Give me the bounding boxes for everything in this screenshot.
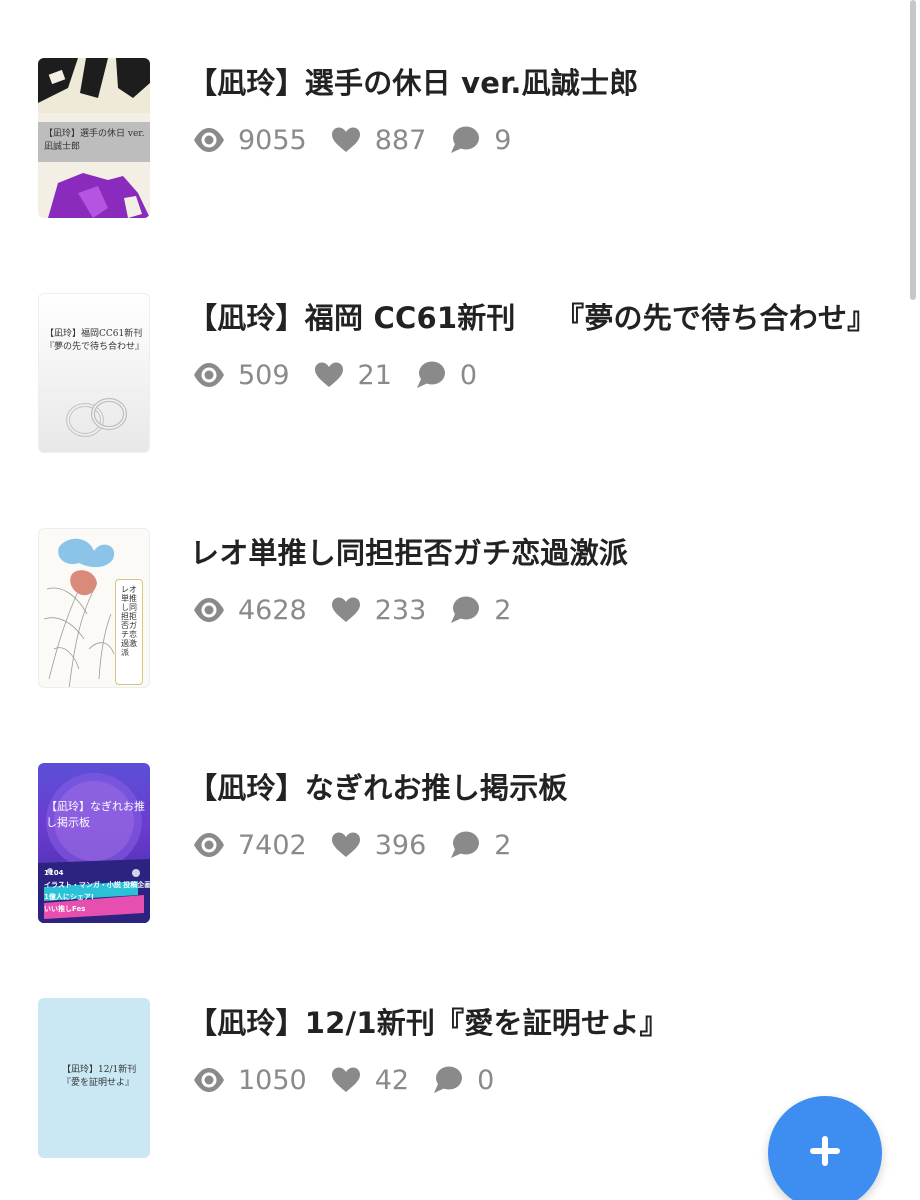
likes-stat: 396 — [329, 829, 427, 861]
comment-bubble-icon — [431, 1065, 465, 1095]
comments-count: 2 — [494, 594, 512, 626]
work-title[interactable]: 【凪玲】12/1新刊『愛を証明せよ』 — [188, 1000, 669, 1042]
work-item[interactable]: 【凪玲】福岡CC61新刊 『夢の先で待ち合わせ』 【凪玲】福岡 CC61新刊 『… — [38, 293, 898, 453]
eye-icon — [192, 125, 226, 155]
views-stat: 7402 — [192, 830, 307, 861]
work-stats: 7402 396 2 — [192, 825, 533, 865]
heart-icon — [329, 125, 363, 155]
scrollbar[interactable] — [910, 0, 916, 300]
comments-stat: 9 — [448, 125, 511, 156]
eye-icon — [192, 360, 226, 390]
comments-stat: 0 — [431, 1065, 494, 1096]
work-title[interactable]: 【凪玲】福岡 CC61新刊 『夢の先で待ち合わせ』 — [188, 295, 876, 337]
work-cover[interactable]: レオ単推し同担拒否ガチ恋過激派 — [38, 528, 150, 688]
views-count: 4628 — [238, 594, 307, 626]
work-stats: 1050 42 0 — [192, 1060, 516, 1100]
work-cover[interactable]: 【凪玲】福岡CC61新刊 『夢の先で待ち合わせ』 — [38, 293, 150, 453]
comments-stat: 2 — [448, 595, 511, 626]
create-post-button[interactable] — [768, 1096, 882, 1200]
work-item[interactable]: 【凪玲】12/1新刊 『愛を証明せよ』 【凪玲】12/1新刊『愛を証明せよ』 1… — [38, 998, 898, 1158]
work-title[interactable]: 【凪玲】なぎれお推し掲示板 — [188, 765, 568, 807]
works-list-page: 【凪玲】選手の休日 ver. 凪誠士郎 【凪玲】選手の休日 ver.凪誠士郎 9… — [0, 0, 920, 1200]
heart-icon — [312, 360, 346, 390]
eye-icon — [192, 830, 226, 860]
views-stat: 9055 — [192, 125, 307, 156]
plus-icon — [808, 1134, 842, 1172]
heart-icon — [329, 595, 363, 625]
heart-icon — [329, 830, 363, 860]
views-count: 7402 — [238, 829, 307, 861]
work-item[interactable]: 【凪玲】選手の休日 ver. 凪誠士郎 【凪玲】選手の休日 ver.凪誠士郎 9… — [38, 58, 898, 218]
views-stat: 4628 — [192, 595, 307, 626]
comment-bubble-icon — [448, 830, 482, 860]
comments-count: 9 — [494, 124, 512, 156]
comment-bubble-icon — [448, 595, 482, 625]
comments-stat: 2 — [448, 830, 511, 861]
comment-bubble-icon — [448, 125, 482, 155]
likes-stat: 233 — [329, 594, 427, 626]
views-stat: 1050 — [192, 1065, 307, 1096]
likes-stat: 42 — [329, 1065, 409, 1096]
likes-count: 396 — [374, 829, 427, 861]
comments-count: 0 — [459, 359, 478, 391]
work-item[interactable]: 【凪玲】なぎれお推 し掲示板 1104 イラスト・マンガ・小説 投稿企画 1億人… — [38, 763, 898, 923]
likes-stat: 21 — [312, 360, 392, 391]
work-item[interactable]: レオ単推し同担拒否ガチ恋過激派 レオ単推し同担拒否ガチ恋過激派 4628 233 — [38, 528, 898, 688]
likes-count: 233 — [374, 594, 427, 626]
cover-title-text: 【凪玲】なぎれお推 し掲示板 — [46, 800, 145, 829]
likes-count: 21 — [357, 359, 392, 391]
views-count: 509 — [238, 359, 290, 391]
likes-count: 887 — [374, 124, 427, 156]
heart-icon — [329, 1065, 363, 1095]
comment-bubble-icon — [414, 360, 448, 390]
eye-icon — [192, 1065, 226, 1095]
comments-count: 0 — [477, 1064, 495, 1096]
comments-stat: 0 — [414, 360, 477, 391]
work-stats: 4628 233 2 — [192, 590, 533, 630]
cover-art — [66, 398, 127, 437]
views-stat: 509 — [192, 360, 290, 391]
eye-icon — [192, 595, 226, 625]
work-cover[interactable]: 【凪玲】なぎれお推 し掲示板 1104 イラスト・マンガ・小説 投稿企画 1億人… — [38, 763, 150, 923]
work-title[interactable]: レオ単推し同担拒否ガチ恋過激派 — [190, 530, 628, 572]
work-title[interactable]: 【凪玲】選手の休日 ver.凪誠士郎 — [188, 60, 638, 102]
cover-title-text: レオ単推し同担拒否ガチ恋過激派 — [121, 585, 137, 657]
likes-count: 42 — [374, 1064, 410, 1096]
work-cover[interactable]: 【凪玲】選手の休日 ver. 凪誠士郎 — [38, 58, 150, 218]
cover-title-text: 【凪玲】選手の休日 ver. 凪誠士郎 — [44, 129, 145, 152]
views-count: 1050 — [238, 1064, 307, 1096]
cover-title-text: 【凪玲】福岡CC61新刊 『夢の先で待ち合わせ』 — [45, 329, 145, 352]
views-count: 9055 — [238, 124, 307, 156]
cover-event-badge: 1104 イラスト・マンガ・小説 投稿企画 1億人にシェア! いい推しFes — [44, 869, 150, 913]
work-stats: 9055 887 9 — [192, 120, 533, 160]
likes-stat: 887 — [329, 124, 427, 156]
work-cover[interactable]: 【凪玲】12/1新刊 『愛を証明せよ』 — [38, 998, 150, 1158]
work-stats: 509 21 0 — [192, 355, 499, 395]
cover-title-text: 【凪玲】12/1新刊 『愛を証明せよ』 — [62, 1065, 137, 1088]
comments-count: 2 — [494, 829, 512, 861]
